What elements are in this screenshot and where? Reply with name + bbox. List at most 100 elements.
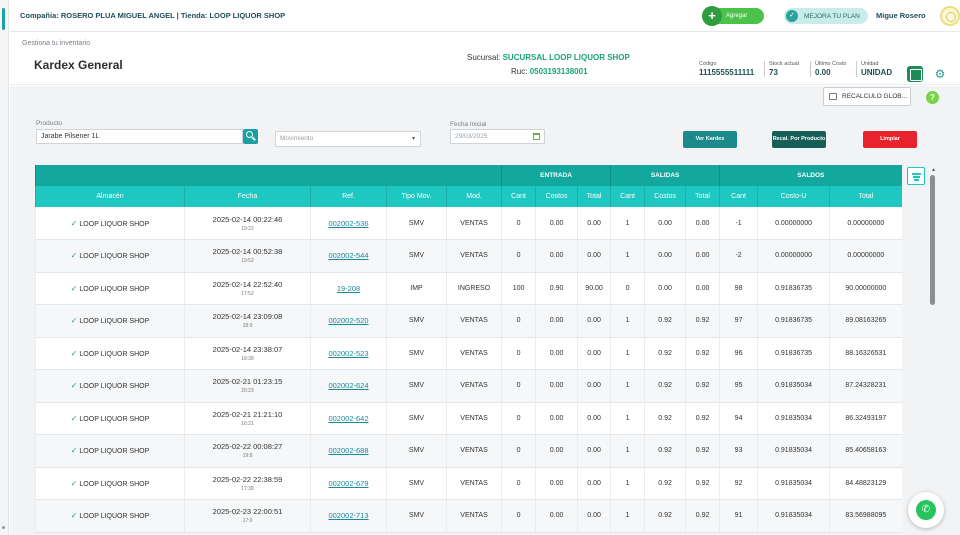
- fecha-inicial-input[interactable]: 29/03/2025: [450, 129, 545, 144]
- col-saldos-costo-u[interactable]: Costo-U: [757, 186, 830, 207]
- calculator-icon: [829, 93, 837, 100]
- cell-salidas-costo: 0.92: [644, 369, 686, 403]
- cell-ref: 002002-520: [310, 304, 387, 338]
- breadcrumb[interactable]: Gestiona tu inventario: [22, 40, 90, 47]
- cell-saldos-costo-u: 0.91835034: [757, 467, 830, 500]
- user-name[interactable]: Migue Rosero: [876, 11, 926, 20]
- sucursal-value: SUCURSAL LOOP LIQUOR SHOP: [502, 53, 630, 62]
- cell-saldos-total: 85.40658163: [829, 434, 902, 468]
- col-entrada-costos[interactable]: Costos: [535, 186, 578, 207]
- ref-link[interactable]: 002002-523: [328, 349, 368, 358]
- table-row[interactable]: ✓ LOOP LIQUOR SHOP 2025-02-14 23:09:08 18:9…: [35, 304, 902, 338]
- table-group-header: ENTRADA SALIDAS SALDOS: [35, 165, 902, 186]
- ref-link[interactable]: 002002-642: [328, 414, 368, 423]
- ref-link[interactable]: 002002-713: [328, 511, 368, 520]
- recalculo-global-button[interactable]: RECALCULO GLOB...: [823, 87, 911, 106]
- cell-almacen: ✓ LOOP LIQUOR SHOP: [35, 337, 185, 370]
- producto-input[interactable]: Jarabe Pilsener 1L: [36, 129, 243, 144]
- col-salidas-costos[interactable]: Costos: [644, 186, 686, 207]
- col-ref[interactable]: Ref.: [310, 186, 387, 207]
- table-row[interactable]: ✓ LOOP LIQUOR SHOP 2025-02-22 22:38:59 17:3…: [35, 467, 902, 500]
- cell-salidas-total: 0.92: [685, 337, 720, 370]
- fecha-datetime: 2025-02-22 22:38:59: [212, 474, 283, 484]
- almacen-name: LOOP LIQUOR SHOP: [79, 480, 150, 488]
- cell-entrada-cant: 0: [501, 304, 536, 338]
- col-salidas-cant[interactable]: Cant: [610, 186, 645, 207]
- mejora-plan-button[interactable]: ✓ MEJORA TU PLAN: [784, 8, 868, 24]
- col-saldos-cant[interactable]: Cant: [719, 186, 758, 207]
- table-row[interactable]: ✓ LOOP LIQUOR SHOP 2025-02-14 00:22:46 19:2…: [35, 207, 902, 240]
- recal-producto-button[interactable]: Recal. Por Producto: [772, 131, 826, 148]
- col-entrada-cant[interactable]: Cant: [501, 186, 536, 207]
- cell-fecha: 2025-02-22 22:38:59 17:38: [184, 467, 311, 500]
- col-tipo-mov[interactable]: Tipo Mov.: [386, 186, 447, 207]
- cell-salidas-cant: 1: [610, 207, 645, 240]
- page-title: Kardex General: [34, 58, 123, 72]
- sucursal-label: Sucursal:: [467, 53, 501, 62]
- sidebar-dot: [2, 526, 5, 529]
- cell-saldos-total: 86.32493197: [829, 402, 902, 435]
- avatar[interactable]: [940, 6, 960, 26]
- search-product-button[interactable]: [243, 129, 258, 144]
- table-row[interactable]: ✓ LOOP LIQUOR SHOP 2025-02-21 01:23:15 20:2…: [35, 369, 902, 403]
- ref-link[interactable]: 002002-536: [328, 219, 368, 228]
- fecha-hora: 18:38: [241, 355, 254, 362]
- cell-mod: VENTAS: [445, 369, 502, 403]
- fecha-hora: 19:22: [241, 225, 254, 232]
- fecha-datetime: 2025-02-14 00:22:46: [212, 214, 283, 224]
- col-saldos-total[interactable]: Total: [829, 186, 902, 207]
- table-row[interactable]: ✓ LOOP LIQUOR SHOP 2025-02-14 23:38:07 18:3…: [35, 337, 902, 370]
- movimiento-select[interactable]: Movimiento ▾: [275, 131, 421, 147]
- cell-mod: VENTAS: [445, 239, 502, 273]
- col-almacen[interactable]: Almacén: [35, 186, 185, 207]
- col-mod[interactable]: Mod.: [445, 186, 502, 207]
- col-fecha[interactable]: Fecha: [184, 186, 311, 207]
- stat-codigo-label: Código: [699, 61, 717, 67]
- stat-ultimo-costo-label: Último Costo: [815, 61, 847, 67]
- ver-kardex-button[interactable]: Ver Kardex: [683, 131, 737, 148]
- stat-codigo: Código 1115555511111: [699, 61, 754, 77]
- limpiar-button[interactable]: Limpiar: [863, 131, 917, 148]
- ref-link[interactable]: 002002-520: [328, 316, 368, 325]
- table-row[interactable]: ✓ LOOP LIQUOR SHOP 2025-02-21 21:21:10 16:2…: [35, 402, 902, 435]
- cell-salidas-costo: 0.00: [644, 272, 686, 305]
- cell-entrada-costo: 0.00: [535, 499, 578, 533]
- whatsapp-button[interactable]: ✆: [908, 492, 944, 528]
- cell-entrada-costo: 0.00: [535, 467, 578, 500]
- excel-export-icon[interactable]: [907, 66, 923, 82]
- columns-settings-icon[interactable]: ⚙: [932, 66, 948, 82]
- ref-link[interactable]: 002002-679: [328, 479, 368, 488]
- agregar-button[interactable]: + Agregar: [702, 6, 764, 26]
- filter-icon[interactable]: [907, 167, 925, 185]
- scrollbar-thumb[interactable]: [930, 175, 935, 305]
- scroll-up-icon[interactable]: ▲: [931, 167, 936, 173]
- table-row[interactable]: ✓ LOOP LIQUOR SHOP 2025-02-22 00:08:27 19:8…: [35, 434, 902, 468]
- company-info: Compañía: ROSERO PLUA MIGUEL ANGEL | Tie…: [20, 11, 286, 20]
- cell-entrada-total: 0.00: [577, 499, 611, 533]
- col-entrada-total[interactable]: Total: [577, 186, 611, 207]
- fecha-hora: 17:52: [241, 290, 254, 297]
- cell-fecha: 2025-02-22 00:08:27 19:8: [184, 434, 311, 468]
- verified-check-icon: ✓: [70, 478, 78, 488]
- cell-salidas-costo: 0.92: [644, 304, 686, 338]
- table-row[interactable]: ✓ LOOP LIQUOR SHOP 2025-02-14 00:52:38 19:5…: [35, 239, 902, 273]
- ref-link[interactable]: 002002-624: [328, 381, 368, 390]
- ref-link[interactable]: 002002-544: [328, 251, 368, 260]
- cell-mod: VENTAS: [445, 434, 502, 468]
- almacen-name: LOOP LIQUOR SHOP: [79, 415, 150, 423]
- table-row[interactable]: ✓ LOOP LIQUOR SHOP 2025-02-23 22:00:51 17:0…: [35, 499, 902, 533]
- kardex-table-container: ENTRADA SALIDAS SALDOS Almacén Fecha Ref…: [35, 165, 930, 535]
- stat-ultimo-costo: Último Costo 0.00: [810, 61, 846, 77]
- cell-entrada-cant: 0: [501, 499, 536, 533]
- table-row[interactable]: ✓ LOOP LIQUOR SHOP 2025-02-14 22:52:40 17:5…: [35, 272, 902, 305]
- col-salidas-total[interactable]: Total: [685, 186, 720, 207]
- cell-fecha: 2025-02-23 22:00:51 17:0: [184, 499, 311, 533]
- cell-saldos-cant: 92: [719, 467, 758, 500]
- help-icon[interactable]: ?: [926, 91, 939, 104]
- cell-salidas-cant: 1: [610, 337, 645, 370]
- calendar-icon[interactable]: [533, 133, 540, 140]
- page-header: Gestiona tu inventario Kardex General Su…: [10, 33, 960, 85]
- ref-link[interactable]: 19-208: [337, 284, 360, 293]
- ref-link[interactable]: 002002-688: [328, 446, 368, 455]
- table-scrollbar[interactable]: [929, 166, 936, 535]
